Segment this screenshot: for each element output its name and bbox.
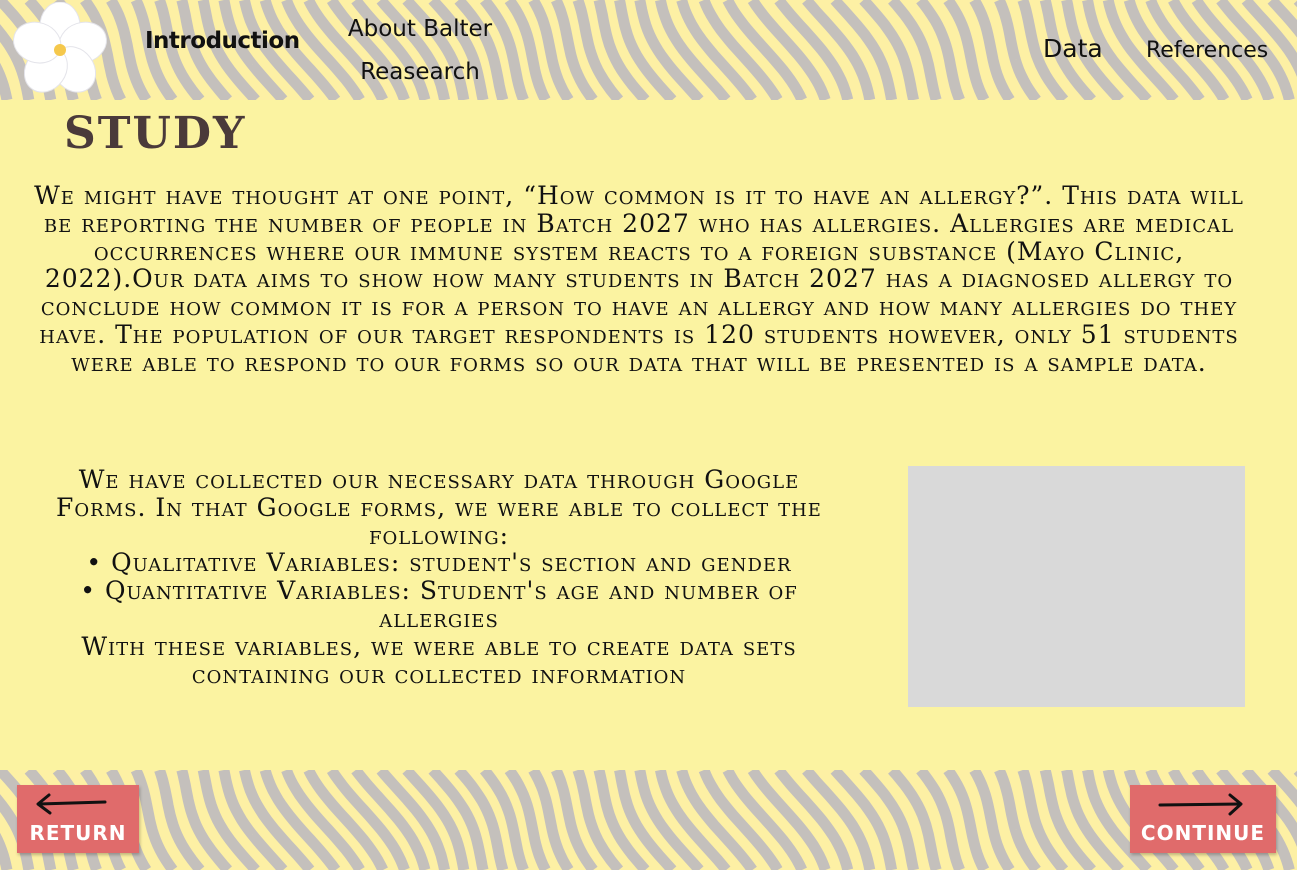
nav-introduction[interactable]: Introduction (145, 28, 300, 54)
footer-banner (0, 770, 1297, 870)
nav-about-research[interactable]: About Balter Reasearch (345, 8, 495, 94)
nav-data[interactable]: Data (1043, 34, 1103, 63)
data-collection-text: We have collected our necessary data thr… (30, 466, 848, 688)
nav-about-line2: Reasearch (360, 59, 480, 85)
return-label: RETURN (29, 821, 127, 845)
white-flower-icon (13, 2, 107, 93)
right-arrow-icon (1158, 793, 1243, 816)
bullet-qualitative: • Qualitative Variables: student's secti… (86, 548, 792, 578)
bullet-quantitative: • Quantitative Variables: Student's age … (80, 576, 798, 633)
page-title: Study (64, 108, 247, 159)
wave-pattern (0, 770, 1297, 870)
study-description: We might have thought at one point, “How… (34, 181, 1244, 377)
collection-intro: We have collected our necessary data thr… (56, 465, 822, 550)
nav-about-line1: About Balter (347, 16, 493, 42)
nav-references[interactable]: References (1146, 38, 1268, 63)
continue-button[interactable]: CONTINUE (1130, 785, 1276, 853)
left-arrow-icon (36, 793, 107, 815)
continue-label: CONTINUE (1140, 821, 1266, 845)
return-button[interactable]: RETURN (17, 785, 139, 853)
image-placeholder (908, 466, 1245, 707)
collection-outro: With these variables, we were able to cr… (81, 631, 797, 689)
header-banner: Introduction About Balter Reasearch Data… (0, 0, 1297, 100)
